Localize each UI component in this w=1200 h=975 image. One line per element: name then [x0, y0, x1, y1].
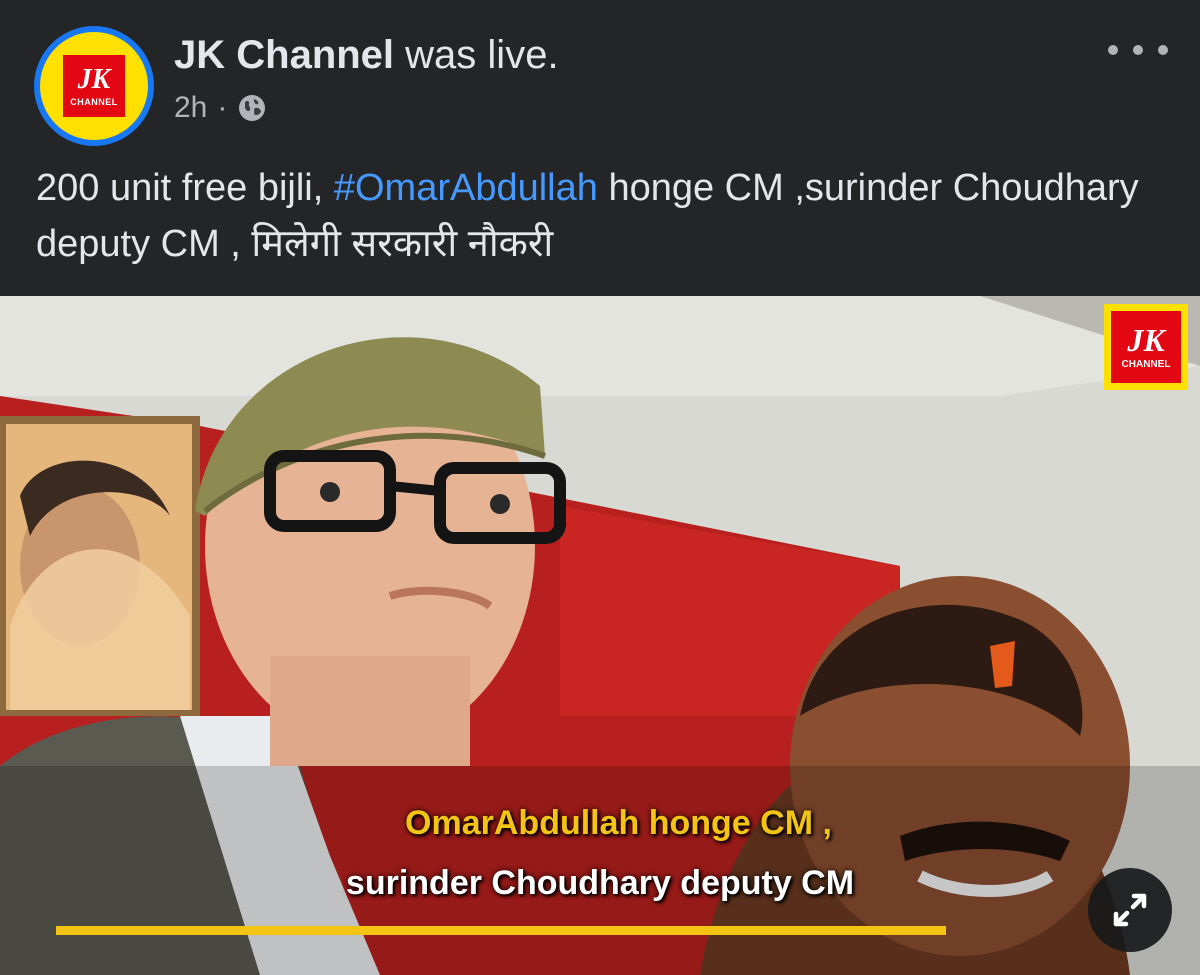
post-timestamp[interactable]: 2h	[174, 91, 207, 125]
hashtag-link[interactable]: #OmarAbdullah	[334, 167, 598, 209]
expand-button[interactable]	[1088, 868, 1172, 952]
more-options-button[interactable]	[1108, 30, 1168, 70]
post-text: 200 unit free bijli, #OmarAbdullah honge…	[36, 160, 1166, 272]
channel-watermark: JK CHANNEL	[1104, 304, 1188, 390]
avatar-logo-main: JK	[77, 63, 111, 95]
video-caption-line-2: surinder Choudhary deputy CM	[345, 864, 855, 902]
author-line: JK Channel was live.	[174, 30, 559, 80]
expand-icon	[1113, 893, 1147, 927]
jk-channel-logo: JK CHANNEL	[63, 55, 125, 117]
post-header: JK CHANNEL JK Channel was live. 2h · 200…	[0, 0, 1200, 296]
author-status: was live.	[405, 33, 559, 77]
page-avatar[interactable]: JK CHANNEL	[34, 26, 154, 146]
avatar-logo-background: JK CHANNEL	[40, 32, 148, 140]
more-dots-icon	[1133, 45, 1143, 55]
video-caption-line-1: OmarAbdullah honge CM ,	[405, 804, 832, 842]
more-dots-icon	[1108, 45, 1118, 55]
globe-icon	[239, 95, 266, 121]
meta-separator: ·	[217, 91, 228, 124]
post-meta: 2h ·	[174, 88, 267, 128]
live-video-thumbnail[interactable]: JK CHANNEL OmarAbdullah honge CM , surin…	[0, 296, 1200, 975]
author-name-link[interactable]: JK Channel	[174, 33, 394, 77]
watermark-sub: CHANNEL	[1121, 359, 1171, 370]
caption-underline-bar	[56, 926, 946, 935]
watermark-logo: JK CHANNEL	[1111, 311, 1181, 383]
avatar-logo-sub: CHANNEL	[70, 96, 118, 107]
post-text-part-1: 200 unit free bijli,	[36, 167, 334, 209]
watermark-main: JK	[1127, 322, 1165, 358]
more-dots-icon	[1158, 45, 1168, 55]
